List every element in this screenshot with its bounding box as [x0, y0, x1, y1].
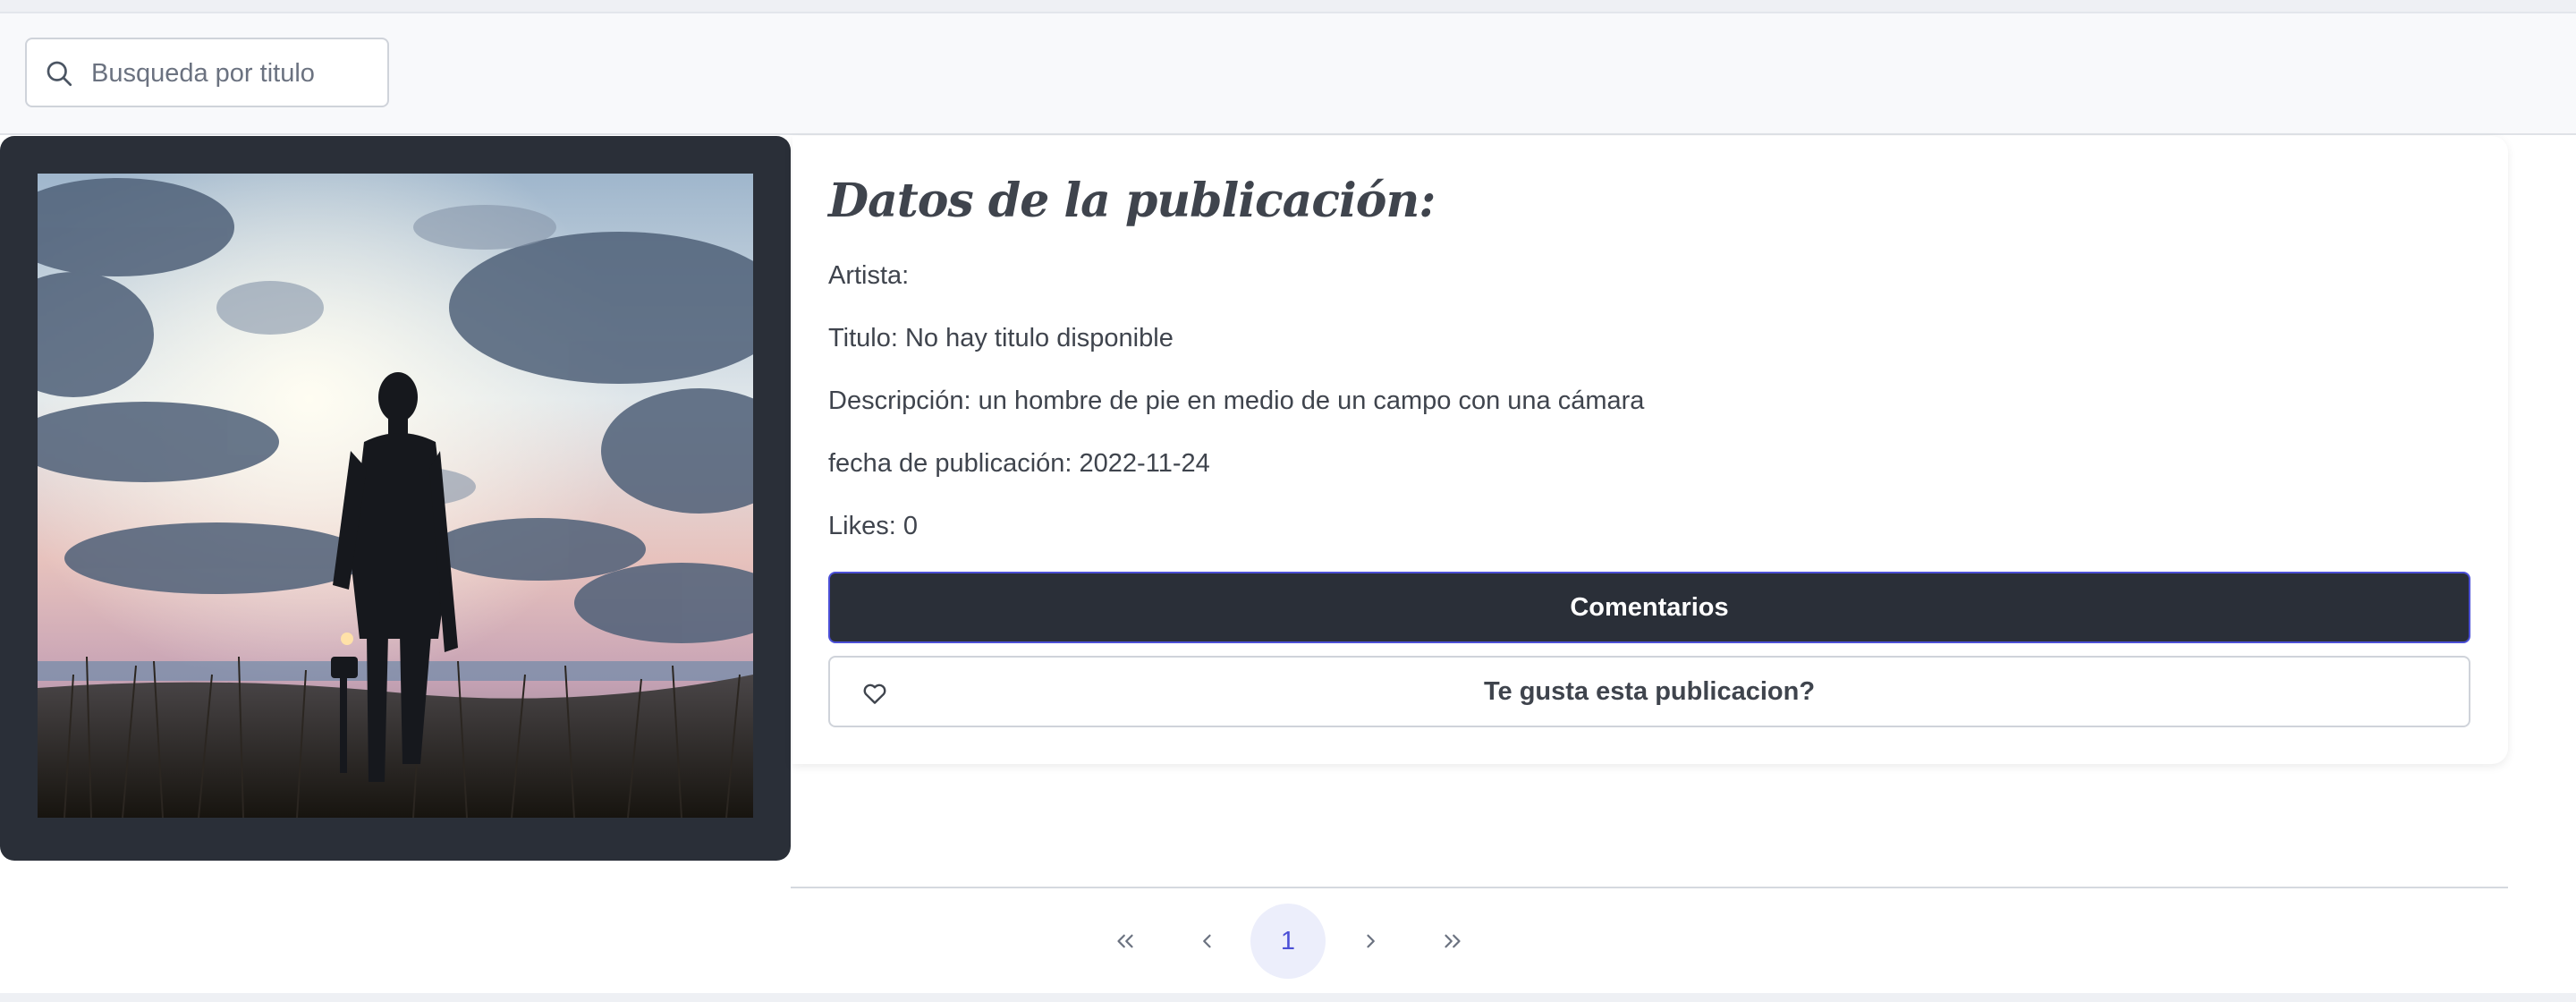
- date-value: 2022-11-24: [1079, 449, 1210, 478]
- pagination: 1: [1088, 904, 1463, 979]
- title-value: No hay titulo disponible: [904, 324, 1174, 352]
- next-page-button[interactable]: [1333, 904, 1408, 979]
- bottom-strip: [0, 993, 2576, 1002]
- chevrons-right-icon: [1445, 934, 1461, 948]
- top-strip: [0, 0, 2576, 13]
- like-button[interactable]: Te gusta esta publicacion?: [828, 656, 2470, 727]
- search-input[interactable]: [89, 50, 379, 97]
- like-button-label: Te gusta esta publicacion?: [1483, 676, 1816, 706]
- prev-page-button[interactable]: [1170, 904, 1245, 979]
- search-box[interactable]: [25, 38, 389, 107]
- description-label: Descripción:: [828, 386, 971, 415]
- details-heading: Datos de la publicación:: [828, 174, 1436, 228]
- chevron-left-icon: [1203, 934, 1211, 948]
- first-page-button[interactable]: [1088, 904, 1163, 979]
- description-line: Descripción: un hombre de pie en medio d…: [828, 386, 1644, 416]
- date-label: fecha de publicación:: [828, 449, 1072, 478]
- chevron-right-icon: [1367, 934, 1375, 948]
- description-value: un hombre de pie en medio de un campo co…: [978, 386, 1645, 415]
- page-1-button[interactable]: 1: [1250, 904, 1326, 979]
- publication-photo[interactable]: [38, 174, 753, 818]
- title-line: Titulo: No hay titulo disponible: [828, 324, 1174, 353]
- heart-icon: [863, 684, 886, 704]
- comments-button-label: Comentarios: [1570, 592, 1729, 622]
- chevrons-left-icon: [1117, 934, 1133, 948]
- artist-line: Artista:: [828, 261, 909, 291]
- current-page-number: 1: [1280, 926, 1296, 955]
- artist-label: Artista:: [828, 261, 910, 290]
- likes-value: 0: [902, 512, 918, 540]
- image-card: [0, 136, 791, 861]
- date-line: fecha de publicación: 2022-11-24: [828, 449, 1210, 479]
- last-page-button[interactable]: [1415, 904, 1490, 979]
- likes-label: Likes:: [828, 512, 896, 540]
- likes-line: Likes: 0: [828, 512, 918, 541]
- search-icon: [47, 61, 72, 87]
- publication-details-card: Datos de la publicación: Artista: Titulo…: [792, 136, 2508, 764]
- comments-button[interactable]: Comentarios: [828, 572, 2470, 643]
- pagination-divider: [791, 887, 2508, 888]
- search-bar: [0, 13, 2576, 135]
- title-label: Titulo:: [828, 324, 898, 352]
